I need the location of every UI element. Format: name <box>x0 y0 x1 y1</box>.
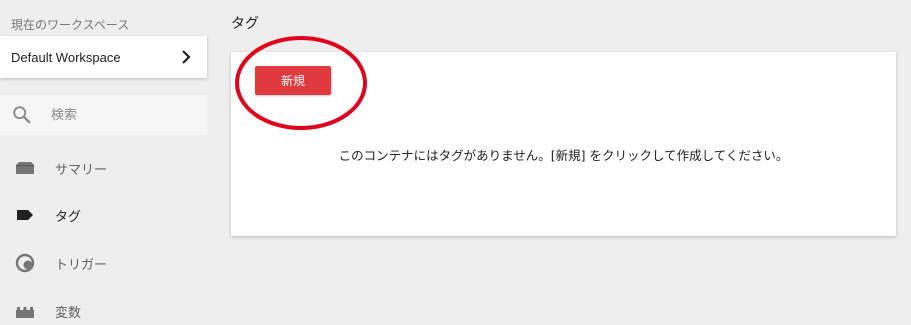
sidebar-item-label: 変数 <box>55 305 82 321</box>
search-box[interactable] <box>0 95 207 135</box>
sidebar-item-summary[interactable]: サマリー <box>0 148 207 188</box>
sidebar: 現在のワークスペース Default Workspace サマリー タグ <box>0 0 208 325</box>
tags-panel: 新規 このコンテナにはタグがありません。[新規] をクリックして作成してください… <box>231 52 896 236</box>
new-tag-button[interactable]: 新規 <box>255 66 331 95</box>
workspace-label: 現在のワークスペース <box>11 18 130 32</box>
sidebar-item-label: トリガー <box>55 257 108 273</box>
empty-state-message: このコンテナにはタグがありません。[新規] をクリックして作成してください。 <box>338 148 789 163</box>
trigger-icon <box>14 252 36 274</box>
search-icon <box>13 106 31 124</box>
sidebar-item-variables[interactable]: 変数 <box>0 291 207 325</box>
sidebar-item-tags[interactable]: タグ <box>0 195 207 235</box>
workspace-name: Default Workspace <box>11 49 121 65</box>
page-title: タグ <box>231 16 259 32</box>
sidebar-item-label: サマリー <box>55 162 108 178</box>
folder-icon <box>14 157 36 179</box>
search-input[interactable] <box>51 107 191 123</box>
sidebar-item-triggers[interactable]: トリガー <box>0 243 207 283</box>
chevron-right-icon <box>182 50 191 64</box>
tag-icon <box>14 204 36 226</box>
variables-icon <box>14 300 36 322</box>
workspace-selector[interactable]: Default Workspace <box>0 36 207 78</box>
sidebar-item-label: タグ <box>55 209 82 225</box>
